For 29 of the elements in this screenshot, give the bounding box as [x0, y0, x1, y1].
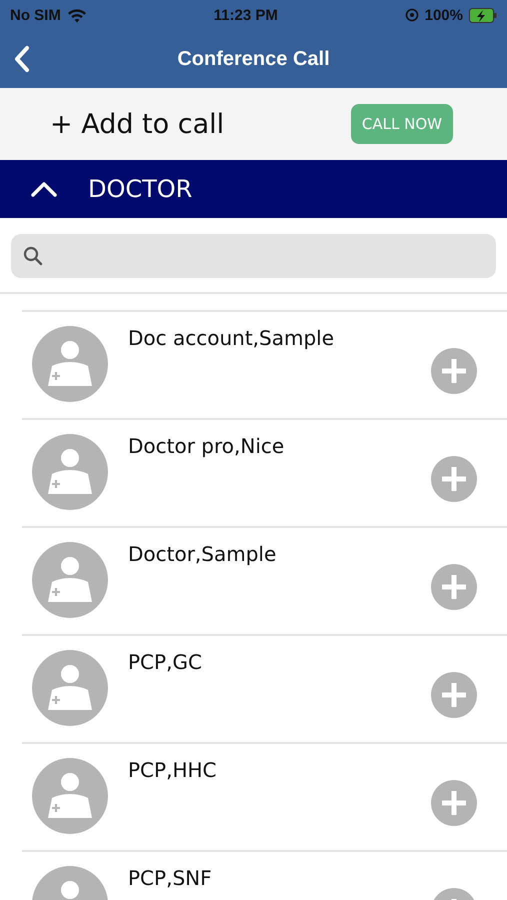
- avatar-icon: [32, 758, 108, 834]
- wifi-icon: [66, 8, 87, 22]
- orientation-lock-icon: [404, 8, 419, 22]
- avatar-icon: [32, 650, 108, 726]
- battery-percent: 100%: [424, 6, 463, 24]
- chevron-icon[interactable]: [30, 180, 58, 198]
- avatar-icon: [32, 434, 108, 510]
- add-contact-button[interactable]: [431, 672, 477, 718]
- screen-title: Conference Call: [177, 48, 330, 70]
- contact-name: PCP,GC: [128, 650, 203, 674]
- contact-name: PCP,SNF: [128, 866, 213, 890]
- add-contact-button[interactable]: [431, 348, 477, 394]
- section-title: DOCTOR: [88, 175, 192, 203]
- clock-time: 11:23 PM: [214, 6, 278, 24]
- add-contact-button[interactable]: [431, 456, 477, 502]
- search-icon: [23, 246, 43, 266]
- avatar-icon: [32, 542, 108, 618]
- search-field[interactable]: [11, 234, 496, 278]
- call-now-button[interactable]: CALL NOW: [350, 104, 453, 144]
- contact-name: Doctor,Sample: [128, 542, 278, 566]
- carrier-label: No SIM: [10, 6, 61, 24]
- contact-name: PCP,HHC: [128, 758, 218, 782]
- add-to-call-label: + Add to call: [50, 108, 224, 140]
- add-contact-button[interactable]: [431, 780, 477, 826]
- avatar-icon: [32, 326, 108, 402]
- contact-name: Doctor pro,Nice: [128, 434, 286, 458]
- battery-charging-icon: [469, 8, 497, 22]
- contact-name: Doc account,Sample: [128, 326, 336, 350]
- add-contact-button[interactable]: [431, 564, 477, 610]
